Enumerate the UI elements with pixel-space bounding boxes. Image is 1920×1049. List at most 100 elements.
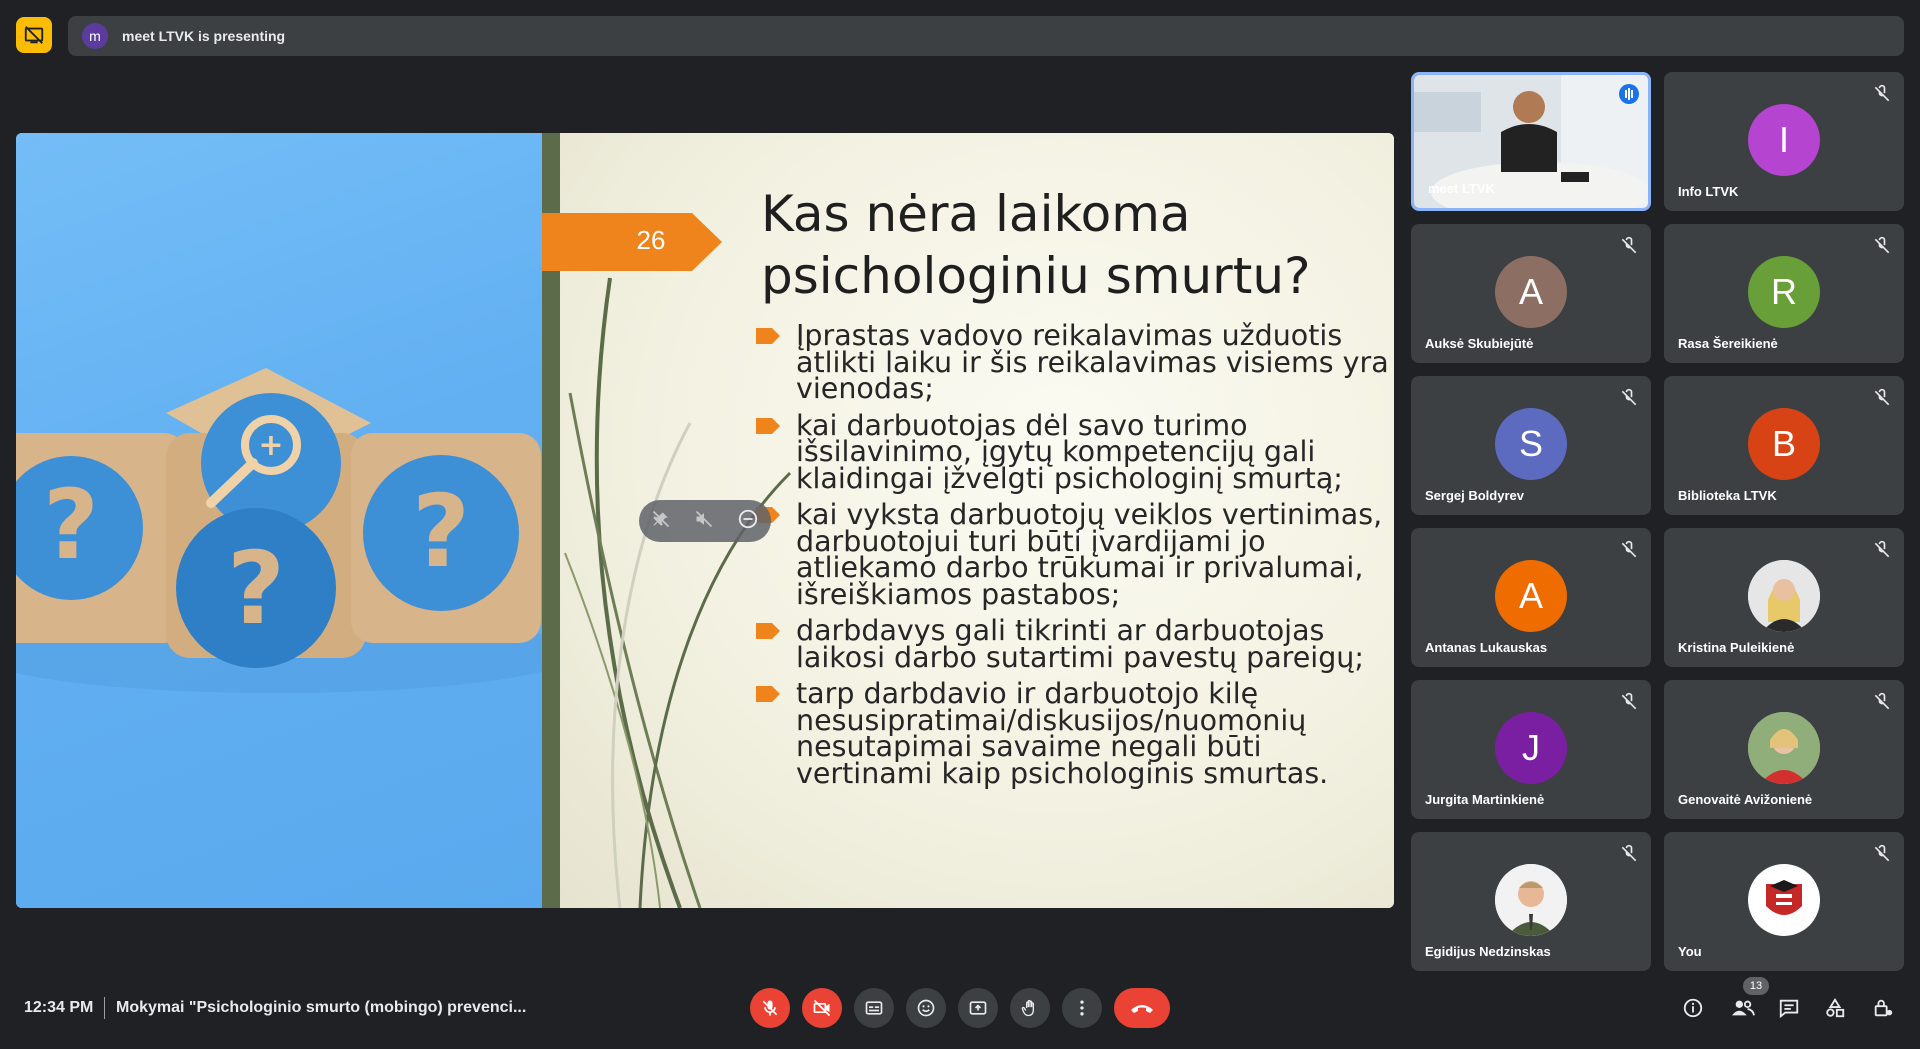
mic-off-icon <box>1621 844 1637 862</box>
participant-photo-avatar <box>1748 560 1820 632</box>
participant-tile[interactable]: I Info LTVK <box>1664 72 1904 211</box>
mic-off-icon <box>1874 692 1890 710</box>
mic-off-icon <box>1621 692 1637 710</box>
participant-tile[interactable]: You <box>1664 832 1904 971</box>
chat-button[interactable] <box>1776 995 1802 1021</box>
meeting-title: Mokymai "Psichologinio smurto (mobingo) … <box>116 999 526 1016</box>
participant-logo-avatar <box>1748 864 1820 936</box>
captions-icon <box>865 1001 883 1015</box>
activities-button[interactable] <box>1822 995 1848 1021</box>
reactions-button[interactable] <box>906 988 946 1028</box>
presenter-avatar: m <box>82 23 108 49</box>
mic-off-icon <box>1874 844 1890 862</box>
svg-text:+: + <box>258 428 283 463</box>
participant-tile[interactable]: R Rasa Šereikienė <box>1664 224 1904 363</box>
participant-name: Egidijus Nedzinskas <box>1425 944 1551 959</box>
emoji-icon <box>917 999 935 1017</box>
participant-tile[interactable]: B Biblioteka LTVK <box>1664 376 1904 515</box>
svg-text:?: ? <box>43 469 99 581</box>
participant-name: Biblioteka LTVK <box>1678 488 1777 503</box>
participant-tile[interactable]: A Auksė Skubiejūtė <box>1411 224 1651 363</box>
bullet-item: Įprastas vadovo reikalavimas užduotis at… <box>756 321 1394 403</box>
mic-off-icon <box>762 1000 778 1016</box>
people-icon <box>1732 1000 1755 1016</box>
people-button[interactable] <box>1730 995 1756 1021</box>
participant-tile[interactable]: A Antanas Lukauskas <box>1411 528 1651 667</box>
remove-icon[interactable] <box>737 508 759 535</box>
host-controls-button[interactable] <box>1870 995 1896 1021</box>
speaking-indicator-icon <box>1619 84 1639 104</box>
participant-name: Jurgita Martinkienė <box>1425 792 1545 807</box>
participant-name: Antanas Lukauskas <box>1425 640 1548 655</box>
stop-presenting-view-icon[interactable] <box>16 17 52 53</box>
bullet-arrow-icon <box>756 623 780 639</box>
leave-call-button[interactable] <box>1114 988 1170 1028</box>
more-vert-icon <box>1080 1000 1084 1016</box>
slide-number: 26 <box>636 225 666 255</box>
divider <box>104 997 105 1019</box>
info-icon <box>1683 998 1703 1018</box>
participant-name: Auksė Skubiejūtė <box>1425 336 1534 351</box>
bullet-arrow-icon <box>756 686 780 702</box>
mic-off-icon <box>1621 540 1637 558</box>
participant-tile[interactable]: Kristina Puleikienė <box>1664 528 1904 667</box>
hand-icon <box>1021 999 1034 1017</box>
svg-text:?: ? <box>227 530 285 647</box>
more-options-button[interactable] <box>1062 988 1102 1028</box>
presenting-text: meet LTVK is presenting <box>122 28 286 44</box>
hang-up-icon <box>1131 1005 1153 1013</box>
participant-name: Kristina Puleikienė <box>1678 640 1795 655</box>
mic-off-icon <box>1621 388 1637 406</box>
bullet-item: kai darbuotojas dėl savo turimo išsilavi… <box>756 411 1394 492</box>
participant-name: Sergej Boldyrev <box>1425 488 1524 503</box>
camera-toggle-button[interactable] <box>802 988 842 1028</box>
chat-icon <box>1779 999 1799 1019</box>
participant-tile[interactable]: meet LTVK <box>1411 72 1651 211</box>
meeting-details-button[interactable] <box>1680 995 1706 1021</box>
microphone-toggle-button[interactable] <box>750 988 790 1028</box>
tile-hover-controls <box>639 500 771 542</box>
present-screen-icon <box>969 1001 987 1015</box>
captions-button[interactable] <box>854 988 894 1028</box>
participant-tile[interactable]: S Sergej Boldyrev <box>1411 376 1651 515</box>
mute-audio-icon[interactable] <box>694 509 714 534</box>
svg-text:?: ? <box>412 473 470 590</box>
bullet-item: tarp darbdavio ir darbuotojo kilę nesusi… <box>756 679 1394 787</box>
bullet-item: darbdavys gali tikrinti ar darbuotojas l… <box>756 616 1394 671</box>
mic-off-icon <box>1874 540 1890 558</box>
raise-hand-button[interactable] <box>1010 988 1050 1028</box>
participant-avatar: R <box>1748 256 1820 328</box>
bullet-arrow-icon <box>756 328 780 344</box>
mic-off-icon <box>1621 236 1637 254</box>
participant-avatar: A <box>1495 256 1567 328</box>
activities-icon <box>1826 998 1845 1018</box>
participant-avatar: B <box>1748 408 1820 480</box>
participant-avatar: A <box>1495 560 1567 632</box>
participant-name: Rasa Šereikienė <box>1678 336 1778 351</box>
camera-off-icon <box>813 999 831 1017</box>
dice-photo: ? + ? ? <box>16 133 542 908</box>
participant-tile[interactable]: Genovaitė Avižonienė <box>1664 680 1904 819</box>
participant-avatar: J <box>1495 712 1567 784</box>
mic-off-icon <box>1874 84 1890 102</box>
mic-off-icon <box>1874 388 1890 406</box>
bullet-item: kai vyksta darbuotojų veiklos vertinimas… <box>756 500 1394 608</box>
participant-name: You <box>1678 944 1702 959</box>
slide-bullet-list: Įprastas vadovo reikalavimas užduotis at… <box>756 321 1394 797</box>
present-now-button[interactable] <box>958 988 998 1028</box>
participant-avatar: I <box>1748 104 1820 176</box>
participant-tile[interactable]: J Jurgita Martinkienė <box>1411 680 1651 819</box>
presenting-banner: m meet LTVK is presenting <box>68 16 1904 56</box>
participant-photo-avatar <box>1748 712 1820 784</box>
clock-time: 12:34 PM <box>24 999 94 1016</box>
participant-count-badge: 13 <box>1743 977 1769 995</box>
participant-photo-avatar <box>1495 864 1567 936</box>
participant-name: Genovaitė Avižonienė <box>1678 792 1813 807</box>
lock-person-icon <box>1874 999 1893 1017</box>
bullet-arrow-icon <box>756 417 780 434</box>
participant-tile[interactable]: Egidijus Nedzinskas <box>1411 832 1651 971</box>
participant-name: Info LTVK <box>1678 184 1739 199</box>
unpin-icon[interactable] <box>651 509 671 534</box>
slide-title: Kas nėra laikoma psichologiniu smurtu? <box>761 185 1311 305</box>
mic-off-icon <box>1874 236 1890 254</box>
